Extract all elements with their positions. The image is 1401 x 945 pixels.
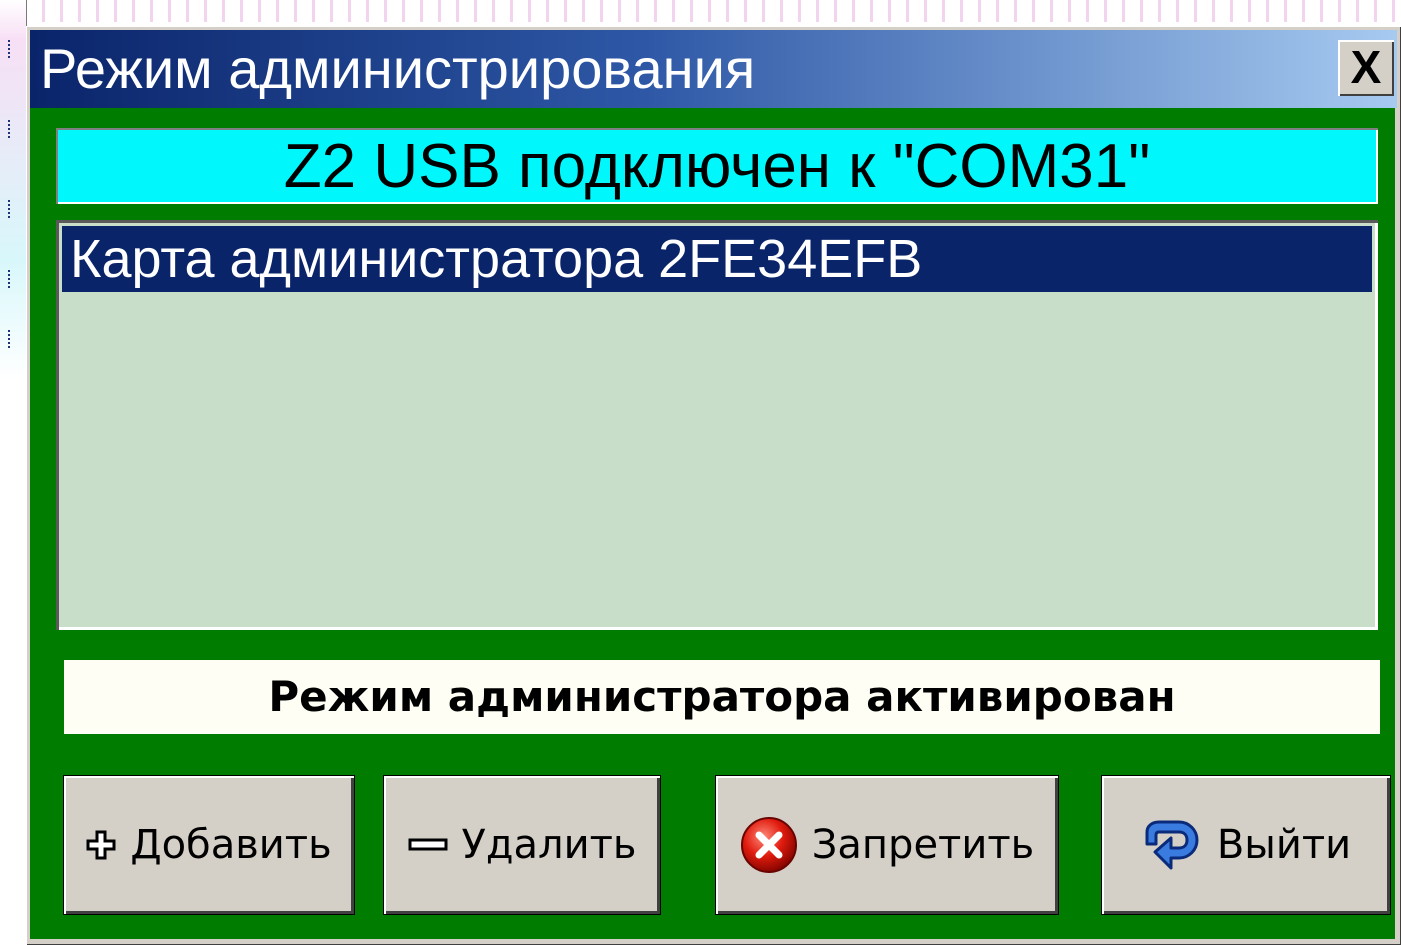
card-listbox[interactable]: Карта администратора 2FE34EFB (56, 220, 1378, 630)
background-marker (8, 120, 18, 138)
background-app-strip (0, 0, 1401, 22)
status-message: Режим администратора активирован (64, 660, 1380, 734)
add-button-label: Добавить (130, 822, 332, 868)
background-marker (8, 40, 18, 58)
plus-icon (86, 830, 116, 860)
add-button[interactable]: Добавить (64, 776, 354, 914)
list-item[interactable]: Карта администратора 2FE34EFB (62, 226, 1372, 292)
background-app-edge (0, 0, 27, 945)
background-marker (8, 330, 18, 348)
close-button[interactable]: X (1338, 40, 1394, 96)
minus-icon (408, 838, 447, 851)
window-title: Режим администрирования (40, 37, 756, 100)
deny-button[interactable]: Запретить (716, 776, 1058, 914)
return-arrow-icon (1145, 820, 1199, 870)
background-marker (8, 270, 18, 288)
close-icon: X (1350, 41, 1382, 93)
delete-button-label: Удалить (461, 822, 637, 868)
delete-button[interactable]: Удалить (384, 776, 660, 914)
deny-button-label: Запретить (811, 822, 1035, 868)
background-marker (8, 200, 18, 218)
title-bar[interactable]: Режим администрирования X (30, 30, 1397, 108)
exit-button[interactable]: Выйти (1102, 776, 1390, 914)
window-client-area: Z2 USB подключен к "COM31" Карта админис… (30, 108, 1395, 939)
exit-button-label: Выйти (1216, 822, 1352, 868)
red-x-circle-icon (740, 817, 797, 873)
admin-mode-window: Режим администрирования X Z2 USB подключ… (26, 26, 1401, 945)
connection-status: Z2 USB подключен к "COM31" (56, 128, 1378, 204)
